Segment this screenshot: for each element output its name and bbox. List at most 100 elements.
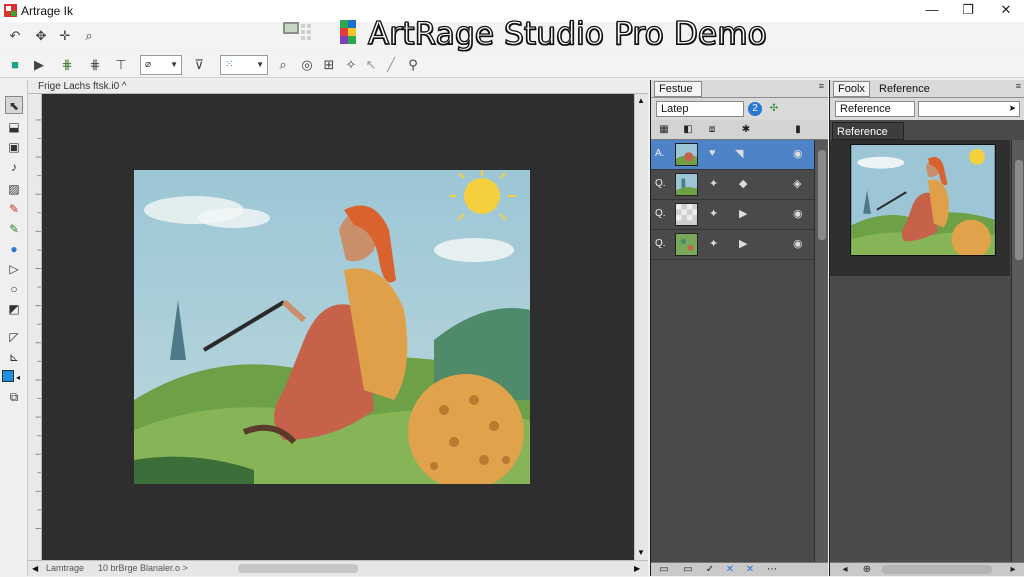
grid-icon[interactable]: ⋕ bbox=[86, 56, 104, 74]
check-icon[interactable]: ✓ bbox=[703, 563, 717, 577]
layer-lock-icon[interactable]: ✦ bbox=[709, 207, 718, 220]
layer-blend-icon[interactable]: ◆ bbox=[739, 177, 747, 190]
duplicate-layer-icon[interactable]: ◧ bbox=[681, 123, 695, 137]
reference-scrollbar[interactable] bbox=[1011, 140, 1024, 564]
eye-icon[interactable]: ◈ bbox=[793, 177, 801, 190]
reference-menu-icon[interactable]: ≡ bbox=[1016, 81, 1021, 91]
layers-menu-icon[interactable]: ≡ bbox=[819, 81, 824, 91]
options-icon[interactable]: ⋯ bbox=[765, 563, 779, 577]
pin-icon[interactable]: ⚲ bbox=[404, 56, 422, 74]
cross-blue-2-icon[interactable]: ✕ bbox=[743, 563, 757, 577]
shape-icon[interactable]: ◩ bbox=[5, 300, 23, 318]
wand-icon[interactable]: ✧ bbox=[342, 56, 360, 74]
ref-add-icon[interactable]: ⊕ bbox=[860, 563, 874, 577]
reference-search-input[interactable]: ➤ bbox=[918, 101, 1020, 117]
layer-settings-icon[interactable]: ✱ bbox=[739, 123, 753, 137]
layer-row[interactable]: A. ♥ ◥ ◉ bbox=[651, 140, 814, 170]
layer-blend-icon[interactable]: ▶ bbox=[739, 207, 747, 220]
layer-add-icon[interactable]: ▭ bbox=[657, 563, 671, 577]
ruler-icon[interactable]: ⊾ bbox=[5, 348, 23, 366]
painting-canvas[interactable] bbox=[134, 170, 530, 484]
pointer-tool-icon[interactable]: ⬉ bbox=[5, 96, 23, 114]
brush-size-dropdown[interactable]: ⌀ ▼ bbox=[140, 55, 182, 75]
pencil-icon[interactable]: ✎ bbox=[5, 200, 23, 218]
music-brush-icon[interactable]: ♪ bbox=[5, 158, 23, 176]
image-tool-icon[interactable]: ▣ bbox=[5, 138, 23, 156]
select-arrow-icon[interactable]: ▷ bbox=[5, 260, 23, 278]
zoom-icon[interactable]: ⌕ bbox=[80, 27, 98, 45]
minimize-button[interactable]: — bbox=[914, 0, 950, 22]
info-icon[interactable]: 2 bbox=[748, 102, 762, 116]
palette-knife-icon[interactable]: ▨ bbox=[5, 180, 23, 198]
horizontal-scroll-thumb[interactable] bbox=[238, 564, 358, 573]
new-layer-icon[interactable]: ▦ bbox=[657, 123, 671, 137]
layers-scrollbar[interactable] bbox=[814, 140, 828, 564]
eyedropper-icon[interactable]: ⊽ bbox=[190, 56, 208, 74]
scroll-up-icon[interactable]: ▲ bbox=[637, 96, 645, 105]
ref-prev-icon[interactable]: ◂ bbox=[838, 563, 852, 577]
merge-layer-icon[interactable]: ⧈ bbox=[705, 123, 719, 137]
vertical-scrollbar[interactable]: ▲ ▼ bbox=[634, 94, 648, 560]
scroll-down-icon[interactable]: ▼ bbox=[637, 548, 645, 557]
document-tab[interactable]: Frige Lachs ftsk.i0 ^ bbox=[28, 80, 648, 94]
paint-bucket-icon[interactable]: ⬓ bbox=[5, 118, 23, 136]
layer-row[interactable]: Q. ✦ ▶ ◉ bbox=[651, 230, 814, 260]
pin-icon[interactable]: ➤ bbox=[1008, 103, 1016, 114]
transform-icon[interactable]: ✥ bbox=[32, 27, 50, 45]
reference-section-tab[interactable]: Reference bbox=[832, 122, 904, 140]
layers-tab[interactable]: Festue bbox=[654, 81, 702, 97]
layers-panel-header: Festue ≡ bbox=[651, 80, 828, 98]
ref-zoom-slider[interactable] bbox=[882, 565, 992, 574]
eye-icon[interactable]: ◉ bbox=[793, 147, 803, 160]
layer-thumbnail bbox=[675, 173, 698, 196]
eye-icon[interactable]: ◉ bbox=[793, 237, 803, 250]
pen-icon[interactable]: ✎ bbox=[5, 220, 23, 238]
scroll-left-icon[interactable]: ◀ bbox=[32, 564, 38, 573]
arrow-left-icon[interactable]: ↖ bbox=[362, 56, 380, 74]
triangle-icon[interactable]: ◸ bbox=[5, 328, 23, 346]
brush-grid-icon[interactable]: ⋕ bbox=[58, 56, 76, 74]
foreground-color-swatch[interactable] bbox=[2, 370, 14, 382]
layer-row[interactable]: Q. ✦ ▶ ◉ bbox=[651, 200, 814, 230]
layer-group-icon[interactable]: ▭ bbox=[681, 563, 695, 577]
cross-blue-icon[interactable]: ✕ bbox=[723, 563, 737, 577]
layers-scroll-thumb[interactable] bbox=[818, 150, 826, 240]
layer-mode-dropdown[interactable]: ⁙ ▼ bbox=[220, 55, 268, 75]
close-button[interactable]: ✕ bbox=[988, 0, 1024, 22]
layer-blend-icon[interactable]: ▶ bbox=[739, 237, 747, 250]
undo-icon[interactable]: ↶ bbox=[6, 27, 24, 45]
layer-options-icon[interactable]: ✣ bbox=[767, 102, 781, 116]
reference-image[interactable] bbox=[850, 144, 996, 256]
eye-icon[interactable]: ◉ bbox=[793, 207, 803, 220]
magnify-icon[interactable]: ⌕ bbox=[274, 56, 292, 74]
reference-scroll-thumb[interactable] bbox=[1015, 160, 1023, 260]
ref-next-icon[interactable]: ▸ bbox=[1006, 563, 1020, 577]
banner-title: ArtRage Studio Pro Demo bbox=[367, 15, 767, 52]
layer-row[interactable]: Q. ✦ ◆ ◈ bbox=[651, 170, 814, 200]
blend-mode-select[interactable]: Latep bbox=[656, 101, 744, 117]
text-icon[interactable]: ⊤ bbox=[112, 56, 130, 74]
delete-layer-icon[interactable]: ▮ bbox=[791, 123, 805, 137]
layer-lock-icon[interactable]: ♥ bbox=[709, 147, 716, 159]
play-icon[interactable]: ▶ bbox=[30, 56, 48, 74]
maximize-button[interactable]: ❐ bbox=[950, 0, 986, 22]
layer-lock-icon[interactable]: ✦ bbox=[709, 237, 718, 250]
airbrush-icon[interactable]: ● bbox=[5, 240, 23, 258]
frame-icon[interactable]: ⊞ bbox=[320, 56, 338, 74]
move-icon[interactable]: ✛ bbox=[56, 27, 74, 45]
swap-arrow-icon[interactable]: ◂ bbox=[16, 373, 20, 382]
dots-icon: ⁙ bbox=[225, 59, 234, 70]
reference-select[interactable]: Reference bbox=[835, 101, 915, 117]
rotate-icon[interactable]: ◎ bbox=[298, 56, 316, 74]
layer-thumbnail bbox=[675, 203, 698, 226]
chevron-down-icon: ▼ bbox=[170, 60, 178, 69]
save-icon[interactable]: ■ bbox=[6, 56, 24, 74]
reference-tab[interactable]: Reference bbox=[874, 81, 935, 97]
scroll-right-icon[interactable]: ▶ bbox=[634, 564, 640, 573]
layer-lock-icon[interactable]: ✦ bbox=[709, 177, 718, 190]
layer-blend-icon[interactable]: ◥ bbox=[735, 147, 743, 160]
ellipse-icon[interactable]: ○ bbox=[5, 280, 23, 298]
line-icon[interactable]: ╱ bbox=[382, 56, 400, 74]
layer-stack-icon[interactable]: ⧉ bbox=[5, 388, 23, 406]
tools-tab[interactable]: Foolx bbox=[833, 81, 870, 97]
